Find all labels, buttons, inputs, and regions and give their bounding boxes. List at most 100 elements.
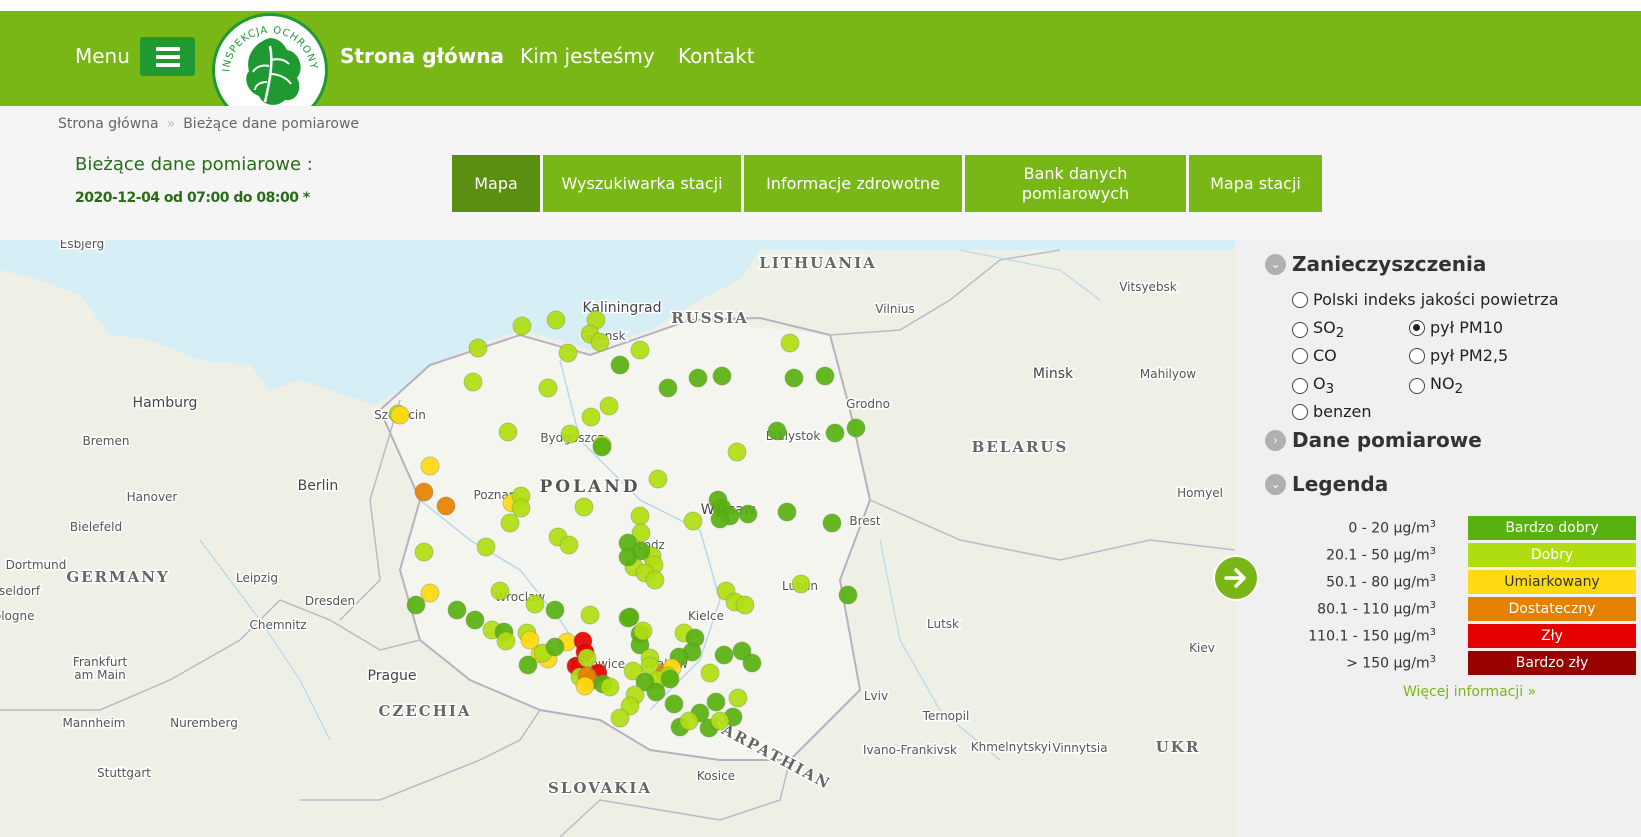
station-marker[interactable]	[727, 442, 747, 462]
station-marker[interactable]	[600, 677, 620, 697]
more-info-link[interactable]: Więcej informacji »	[1403, 684, 1536, 700]
station-marker[interactable]	[436, 496, 456, 516]
station-marker[interactable]	[590, 332, 610, 352]
station-marker[interactable]	[559, 535, 579, 555]
section-pollutants-header[interactable]: ⌄ Zanieczyszczenia	[1265, 252, 1486, 276]
station-marker[interactable]	[496, 631, 516, 651]
station-marker[interactable]	[710, 711, 730, 731]
station-marker[interactable]	[815, 366, 835, 386]
station-marker[interactable]	[414, 482, 434, 502]
station-marker[interactable]	[599, 396, 619, 416]
station-marker[interactable]	[660, 669, 680, 689]
station-marker[interactable]	[688, 368, 708, 388]
station-marker[interactable]	[630, 340, 650, 360]
station-marker[interactable]	[390, 405, 410, 425]
radio-pm10[interactable]: pył PM10	[1409, 318, 1503, 337]
tab-data-bank[interactable]: Bank danych pomiarowych	[965, 155, 1186, 212]
station-marker[interactable]	[420, 583, 440, 603]
tab-map[interactable]: Mapa	[452, 155, 540, 212]
station-marker[interactable]	[465, 610, 485, 630]
station-marker[interactable]	[648, 469, 668, 489]
station-marker[interactable]	[560, 424, 580, 444]
tab-health-info[interactable]: Informacje zdrowotne	[744, 155, 962, 212]
station-marker[interactable]	[577, 648, 597, 668]
station-marker[interactable]	[825, 423, 845, 443]
station-marker[interactable]	[518, 655, 538, 675]
station-marker[interactable]	[735, 595, 755, 615]
station-marker[interactable]	[630, 506, 650, 526]
section-measurements-header[interactable]: › Dane pomiarowe	[1265, 428, 1482, 452]
air-quality-map[interactable]: Esbjerg LITHUANIA Kaliningrad RUSSIA Vilnius…	[0, 240, 1235, 837]
station-marker[interactable]	[476, 537, 496, 557]
station-marker[interactable]	[679, 711, 699, 731]
station-marker[interactable]	[610, 355, 630, 375]
station-marker[interactable]	[683, 511, 703, 531]
station-marker[interactable]	[592, 437, 612, 457]
station-marker[interactable]	[742, 653, 762, 673]
station-marker[interactable]	[538, 378, 558, 398]
station-marker[interactable]	[420, 456, 440, 476]
station-marker[interactable]	[700, 663, 720, 683]
station-marker[interactable]	[406, 595, 426, 615]
section-legend-header[interactable]: ⌄ Legenda	[1265, 472, 1388, 496]
nav-about-link[interactable]: Kim jesteśmy	[520, 44, 655, 68]
station-marker[interactable]	[490, 581, 510, 601]
station-marker[interactable]	[618, 547, 638, 567]
station-marker[interactable]	[525, 594, 545, 614]
station-marker[interactable]	[545, 637, 565, 657]
station-marker[interactable]	[414, 542, 434, 562]
station-marker[interactable]	[846, 418, 866, 438]
station-marker[interactable]	[500, 513, 520, 533]
station-marker[interactable]	[658, 378, 678, 398]
radio-pm25[interactable]: pył PM2,5	[1409, 346, 1508, 365]
station-marker[interactable]	[767, 421, 787, 441]
station-marker[interactable]	[580, 605, 600, 625]
station-marker[interactable]	[575, 676, 595, 696]
station-marker[interactable]	[618, 608, 638, 628]
toggle-panel-button[interactable]	[1213, 555, 1259, 601]
station-marker[interactable]	[545, 600, 565, 620]
tab-station-search[interactable]: Wyszukiwarka stacji	[543, 155, 741, 212]
station-marker[interactable]	[784, 368, 804, 388]
nav-contact-link[interactable]: Kontakt	[678, 44, 755, 68]
station-marker[interactable]	[463, 372, 483, 392]
nav-home-link[interactable]: Strona główna	[340, 44, 504, 68]
station-marker[interactable]	[447, 600, 467, 620]
station-marker[interactable]	[710, 509, 730, 529]
station-marker[interactable]	[468, 338, 488, 358]
station-marker[interactable]	[558, 343, 578, 363]
radio-benzene[interactable]: benzen	[1292, 402, 1372, 421]
radio-no2[interactable]: NO2	[1409, 374, 1463, 397]
station-marker[interactable]	[780, 333, 800, 353]
station-marker[interactable]	[633, 621, 653, 641]
station-marker[interactable]	[581, 407, 601, 427]
menu-label[interactable]: Menu	[75, 44, 130, 68]
station-marker[interactable]	[838, 585, 858, 605]
station-marker[interactable]	[712, 366, 732, 386]
station-marker[interactable]	[714, 645, 734, 665]
station-marker[interactable]	[645, 570, 665, 590]
station-marker[interactable]	[706, 692, 726, 712]
radio-aqi[interactable]: Polski indeks jakości powietrza	[1292, 290, 1559, 309]
breadcrumb-home-link[interactable]: Strona główna	[58, 116, 159, 132]
tab-station-map[interactable]: Mapa stacji	[1189, 155, 1322, 212]
station-marker[interactable]	[610, 708, 630, 728]
station-marker[interactable]	[520, 630, 540, 650]
radio-co[interactable]: CO	[1292, 346, 1337, 365]
station-marker[interactable]	[777, 502, 797, 522]
radio-so2[interactable]: SO2	[1292, 318, 1344, 341]
station-marker[interactable]	[498, 422, 518, 442]
hamburger-menu-button[interactable]	[140, 37, 195, 76]
station-marker[interactable]	[664, 694, 684, 714]
station-marker[interactable]	[574, 497, 594, 517]
map-canvas[interactable]: EsbjergLITHUANIAKaliningradRUSSIA Vilnius…	[0, 240, 1235, 837]
station-marker[interactable]	[822, 513, 842, 533]
station-marker[interactable]	[728, 688, 748, 708]
station-marker[interactable]	[791, 574, 811, 594]
station-marker[interactable]	[646, 682, 666, 702]
station-marker[interactable]	[546, 310, 566, 330]
station-marker[interactable]	[511, 498, 531, 518]
station-marker[interactable]	[512, 316, 532, 336]
radio-o3[interactable]: O3	[1292, 374, 1334, 397]
station-marker[interactable]	[738, 504, 758, 524]
